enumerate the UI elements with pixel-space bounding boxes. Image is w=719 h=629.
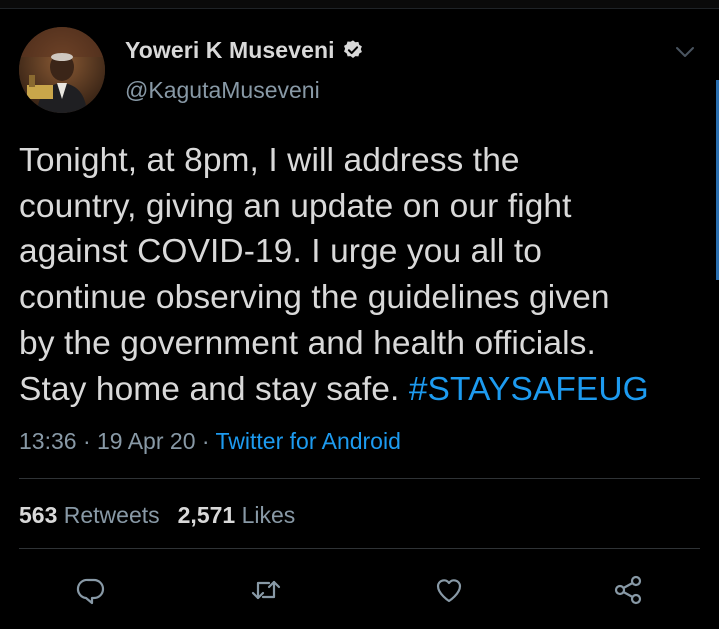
retweet-icon[interactable] [250, 574, 282, 606]
divider [19, 478, 700, 479]
likes-stat[interactable]: 2,571 Likes [178, 502, 296, 528]
avatar[interactable] [19, 27, 105, 113]
share-icon[interactable] [612, 574, 644, 606]
reply-icon[interactable] [75, 574, 107, 606]
action-bar [0, 568, 719, 612]
tweet-source-link[interactable]: Twitter for Android [216, 428, 401, 454]
tweet-text-line: against COVID-19. I urge you all to [19, 233, 543, 271]
tweet-text-line: country, giving an update on our fight [19, 187, 572, 225]
tweet-stats: 563 Retweets 2,571 Likes [19, 502, 295, 529]
tweet-time: 13:36 [19, 428, 77, 454]
top-edge [0, 0, 719, 9]
meta-separator: · [76, 428, 98, 454]
hashtag-link[interactable]: #STAYSAFEUG [409, 371, 649, 408]
tweet-meta: 13:36 · 19 Apr 20 · Twitter for Android [19, 428, 401, 455]
author-handle[interactable]: @KagutaMuseveni [125, 77, 320, 104]
likes-count: 2,571 [177, 502, 236, 528]
author-row[interactable]: Yoweri K Museveni [125, 36, 364, 64]
verified-badge-icon [342, 39, 364, 61]
meta-separator: · [195, 428, 216, 454]
tweet-text-line: continue observing the guidelines given [19, 279, 610, 317]
heart-icon[interactable] [433, 574, 465, 606]
tweet-date: 19 Apr 20 [97, 428, 196, 454]
tweet-text-segment: Stay home and stay safe. [19, 370, 409, 408]
tweet-text-line: by the government and health officials. [19, 324, 596, 362]
tweet-text: Tonight, at 8pm, I will address the coun… [19, 138, 709, 412]
tweet-text-last-line: Stay home and stay safe. #STAYSAFEUG [19, 367, 709, 413]
likes-label: Likes [241, 502, 296, 528]
author-display-name[interactable]: Yoweri K Museveni [125, 37, 335, 64]
retweets-count: 563 [19, 502, 58, 528]
chevron-down-icon[interactable] [673, 40, 697, 64]
retweets-stat[interactable]: 563 Retweets [19, 502, 160, 528]
retweets-label: Retweets [63, 502, 160, 528]
tweet-text-line: Tonight, at 8pm, I will address the [19, 142, 520, 179]
divider [19, 548, 700, 549]
